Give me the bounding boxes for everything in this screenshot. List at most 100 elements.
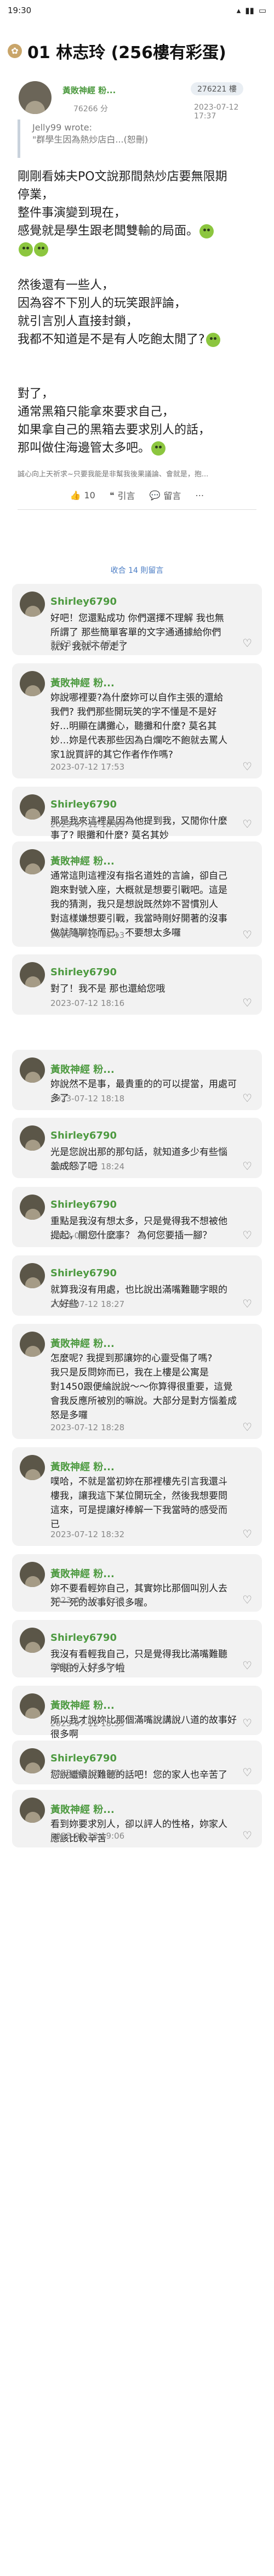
- like-icon[interactable]: ♡: [242, 1091, 252, 1105]
- like-icon[interactable]: ♡: [242, 1159, 252, 1173]
- reply-author[interactable]: 黃敗神經 粉...: [50, 854, 115, 868]
- smiley-icon: [199, 224, 214, 238]
- reply-item: Shirley6790 對了！我不是 那也還給您哦 2023-07-12 18:16…: [12, 954, 262, 1015]
- like-icon[interactable]: ♡: [242, 760, 252, 773]
- reply-text: 噗哈，不就是當初妳在那裡樓先引言我還斗 樓我，讓我這下某位開玩全，然後我想要問 這來…: [50, 1475, 254, 1532]
- status-icons: ▴ ▮▮ ▭: [237, 5, 266, 15]
- reply-author[interactable]: 黃敗神經 粉...: [50, 1566, 115, 1580]
- body-line: 我都不知道是不是有人吃飽太閒了?: [18, 331, 256, 349]
- quote-button[interactable]: ❝ 引言: [110, 488, 135, 502]
- post-actions: 👍 10 ❝ 引言 💬 留言 ⋯: [18, 488, 256, 502]
- avatar[interactable]: [20, 1562, 45, 1587]
- reply-item: 黃敗神經 粉... 噗哈，不就是當初妳在那裡樓先引言我還斗 樓我，讓我這下某位開玩全…: [12, 1447, 262, 1546]
- body-line: 感覺就是學生跟老闆雙輸的局面。: [18, 222, 256, 240]
- avatar[interactable]: [20, 1057, 45, 1083]
- body-line: 那叫做住海邊管太多吧。: [18, 439, 256, 457]
- reply-author[interactable]: 黃敗神經 粉...: [50, 675, 115, 690]
- avatar[interactable]: [20, 1628, 45, 1653]
- reply-author[interactable]: Shirley6790: [50, 1267, 117, 1279]
- reply-date: 2023-07-12 18:45: [50, 1661, 125, 1671]
- reply-item: 黃敗神經 粉... 所以我才說妳比那個滿嘴說講說八道的故事好 很多啊 2023-07-…: [12, 1686, 262, 1740]
- avatar[interactable]: [20, 1263, 45, 1288]
- reply-author[interactable]: Shirley6790: [50, 966, 117, 978]
- reply-author[interactable]: Shirley6790: [50, 1199, 117, 1210]
- like-icon[interactable]: ♡: [242, 1420, 252, 1434]
- avatar[interactable]: [20, 1693, 45, 1719]
- body-line: 然後還有一些人，: [18, 278, 115, 292]
- body-line: 停業，: [18, 188, 54, 202]
- reply-author[interactable]: Shirley6790: [50, 1632, 117, 1644]
- reply-line: 對這樣嫌想要引戰，我當時剛好開著的沒事: [50, 913, 227, 924]
- reply-item: Shirley6790 重點是我沒有想太多，只是覺得我不想被他 提起，關您什麼事？ …: [12, 1187, 262, 1247]
- avatar[interactable]: [20, 1195, 45, 1220]
- reply-line: 好…明顯在講攤心，聽攤和什麼? 莫名其: [50, 721, 217, 732]
- reply-line: 對1450跟便綸說說～～你算得很重要，這覺: [50, 1381, 233, 1392]
- reply-author[interactable]: 黃敗神經 粉...: [50, 1062, 115, 1076]
- like-icon[interactable]: ♡: [242, 1829, 252, 1842]
- avatar[interactable]: [20, 1798, 45, 1823]
- reply-date: 2023-07-12 18:18: [50, 1094, 125, 1104]
- avatar[interactable]: [20, 1332, 45, 1357]
- avatar[interactable]: [20, 1748, 45, 1773]
- reply-author[interactable]: Shirley6790: [50, 596, 117, 607]
- reply-author[interactable]: Shirley6790: [50, 1130, 117, 1141]
- like-icon[interactable]: ♡: [242, 928, 252, 941]
- avatar[interactable]: [20, 592, 45, 617]
- smiley-icon: [151, 441, 166, 456]
- like-icon[interactable]: ♡: [242, 1229, 252, 1242]
- like-icon[interactable]: ♡: [242, 1716, 252, 1730]
- author-score: 76266 分: [73, 105, 108, 113]
- reply-date: 2023-07-12 18:13: [50, 930, 125, 940]
- reply-author[interactable]: 黃敗神經 粉...: [50, 1459, 115, 1474]
- reply-item: Shirley6790 我沒有看輕我自己，只是覺得我比滿嘴難聽 字眼的人好多了啦 20…: [12, 1620, 262, 1677]
- reply-item: Shirley6790 光是您說出那的那句話，就知道多少有些惱 羞成怒了吧 2023-…: [12, 1118, 262, 1178]
- reply-date: 2023-07-12 18:33: [50, 1595, 125, 1605]
- reply-line: 事了? 眼攤和什麼? 莫名其妙: [50, 830, 169, 841]
- reply-date: 2023-07-12 17:47: [50, 639, 125, 649]
- wifi-icon: ▴: [236, 5, 241, 15]
- quote-block: Jelly99 wrote: "群學生因為熱炒店白...(恕刪): [18, 120, 256, 158]
- reply-date: 2023-07-12 18:27: [50, 1299, 125, 1309]
- collapse-replies-link[interactable]: 收合 14 則留言: [0, 565, 274, 576]
- body-line: 因為容不下別人的玩笑跟評論，: [18, 297, 187, 310]
- reply-author[interactable]: Shirley6790: [50, 799, 117, 810]
- reply-text: 妳說哪裡要?為什麼妳可以自作主張的還給 我們? 我們那些開玩笑的字不懂是不是好 好……: [50, 691, 254, 762]
- reply-button[interactable]: 💬 留言: [149, 488, 181, 502]
- avatar[interactable]: [20, 849, 45, 874]
- reply-line: 噗哈，不就是當初妳在那裡樓先引言我還斗: [50, 1476, 227, 1487]
- floor-badge: 276221 樓: [191, 82, 243, 95]
- body-line: [18, 240, 256, 258]
- reply-author[interactable]: Shirley6790: [50, 1753, 117, 1764]
- like-icon[interactable]: ♡: [242, 1659, 252, 1672]
- flower-icon: ✿: [8, 44, 22, 58]
- more-icon[interactable]: ⋯: [195, 490, 204, 501]
- reply-line: 我們? 我們那些開玩笑的字不懂是不是好: [50, 707, 217, 718]
- reply-line: 通常這則這裡沒有指名道姓的言論，卻自己: [50, 871, 227, 882]
- quote-author: Jelly99 wrote:: [32, 122, 92, 133]
- like-icon[interactable]: ♡: [242, 1593, 252, 1606]
- comment-icon: 💬: [149, 490, 161, 501]
- like-icon[interactable]: ♡: [242, 996, 252, 1009]
- avatar[interactable]: [20, 962, 45, 987]
- reply-author[interactable]: 黃敗神經 粉...: [50, 1802, 115, 1816]
- like-button[interactable]: 👍 10: [70, 490, 95, 501]
- like-icon[interactable]: ♡: [242, 1527, 252, 1540]
- like-icon[interactable]: ♡: [242, 1297, 252, 1310]
- avatar[interactable]: [20, 671, 45, 696]
- status-bar: 19:30 ▴ ▮▮ ▭: [0, 0, 274, 21]
- like-icon[interactable]: ♡: [242, 636, 252, 650]
- avatar[interactable]: [20, 1455, 45, 1480]
- avatar[interactable]: [20, 794, 45, 820]
- body-line: 整件事演變到現在，: [18, 206, 127, 220]
- avatar[interactable]: [19, 81, 52, 114]
- reply-author[interactable]: 黃敗神經 粉...: [50, 1336, 115, 1350]
- author-name[interactable]: 黃敗神經 粉...: [62, 84, 116, 96]
- reply-author[interactable]: 黃敗神經 粉...: [50, 1698, 115, 1712]
- like-icon[interactable]: ♡: [242, 817, 252, 831]
- app-header: ✿ 01 林志玲 (256樓有彩蛋): [0, 21, 274, 81]
- avatar[interactable]: [20, 1125, 45, 1151]
- clock: 19:30: [8, 5, 32, 15]
- reply-date: 2023-07-12 18:56: [50, 1768, 125, 1778]
- main-post: 黃敗神經 粉... 276221 樓 76266 分 2023-07-12 17…: [0, 81, 274, 564]
- like-icon[interactable]: ♡: [242, 1766, 252, 1779]
